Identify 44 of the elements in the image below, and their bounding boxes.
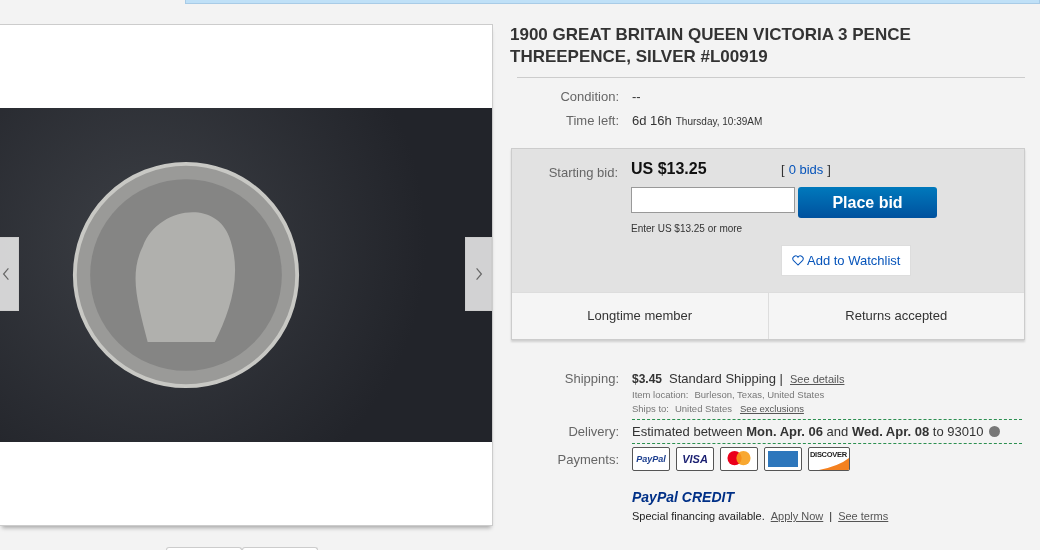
shipping-label: Shipping: [563, 371, 620, 386]
financing-text: Special financing available. [632, 510, 765, 522]
bids-link[interactable]: 0 bids [788, 162, 824, 177]
seller-feature: Returns accepted [767, 293, 1024, 339]
condition-label: Condition: [559, 89, 620, 104]
time-left-value: 6d 16h [632, 113, 672, 128]
delivery-label: Delivery: [567, 424, 620, 439]
starting-bid-label: Starting bid: [547, 164, 619, 182]
previous-image-button[interactable] [0, 237, 19, 311]
visa-logo: VISA [676, 447, 714, 471]
seller-feature: Longtime member [586, 307, 694, 325]
chevron-right-icon [474, 267, 483, 281]
next-image-button[interactable] [465, 237, 492, 311]
payments-label: Payments: [556, 451, 620, 467]
bracket: [ [781, 162, 785, 177]
shipping-service: Standard Shipping | [669, 371, 783, 386]
see-exclusions-link[interactable]: See exclusions [740, 403, 804, 414]
item-location: Burleson, Texas, United States [694, 389, 825, 400]
shipping-cost: $3.45 [632, 372, 663, 386]
see-terms-link[interactable]: See terms [838, 510, 889, 522]
bracket: ] [827, 162, 831, 177]
paypal-credit-logo: PayPal CREDIT [632, 489, 736, 505]
ships-to: United States [674, 403, 732, 414]
delivery-estimate: Estimated between Mon. Apr. 06 and Wed. Apr. 08 to 93010 [632, 424, 984, 439]
apply-now-link[interactable]: Apply Now [770, 510, 824, 522]
place-bid-button[interactable]: Place bid [798, 187, 937, 218]
chevron-left-icon [1, 267, 10, 281]
bid-hint: Enter US $13.25 or more [631, 223, 744, 234]
condition-value: -- [632, 89, 641, 104]
heart-icon [792, 255, 804, 266]
time-left-label: Time left: [565, 113, 620, 128]
bid-input-field[interactable] [631, 187, 795, 213]
help-icon[interactable] [989, 426, 1001, 437]
item-location-label: Item location: [632, 389, 689, 400]
item-title: 1900 GREAT BRITAIN QUEEN VICTORIA 3 PENCE THREEPENCE, SILVER #L00919 [510, 24, 912, 68]
price: US $13.25 [631, 160, 708, 178]
end-time: Thursday, 10:39AM [675, 116, 763, 127]
separator: | [829, 510, 833, 522]
mastercard-logo [720, 447, 758, 471]
add-to-watchlist-button[interactable]: Add to Watchlist [781, 245, 912, 276]
amex-logo [764, 447, 802, 471]
paypal-logo: PayPal [632, 447, 670, 471]
see-details-link[interactable]: See details [790, 373, 845, 385]
ships-to-label: Ships to: [632, 403, 669, 414]
